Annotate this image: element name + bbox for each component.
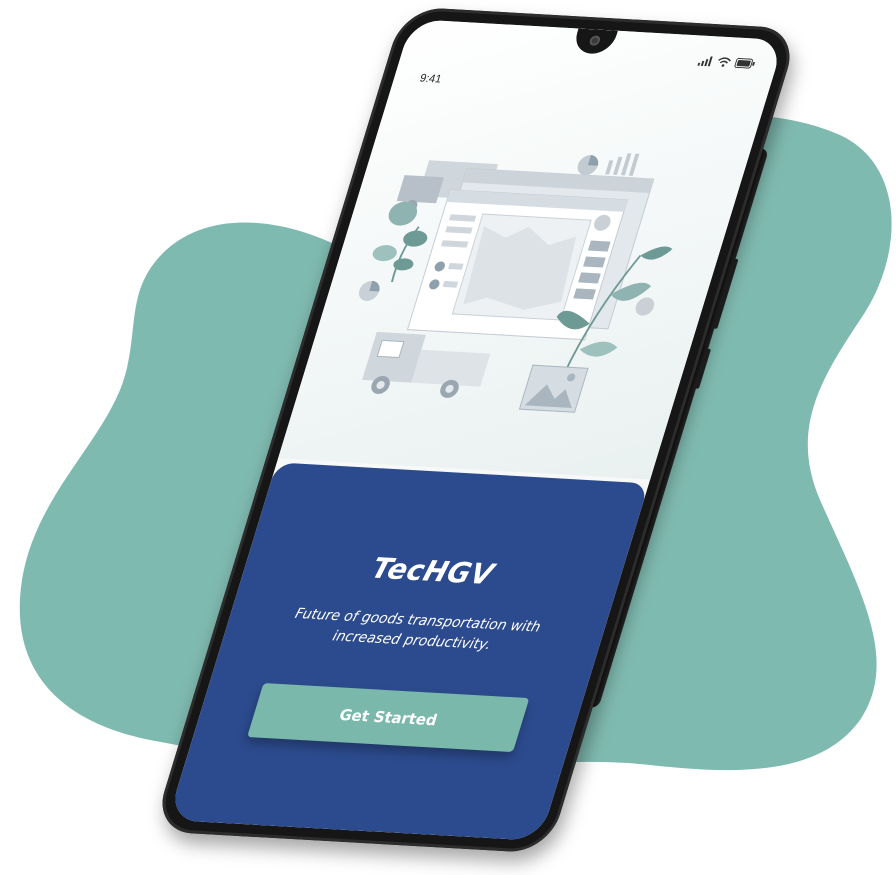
signal-icon	[697, 56, 713, 67]
get-started-button[interactable]: Get Started	[247, 683, 530, 753]
status-time: 9:41	[418, 72, 443, 86]
camera-icon	[588, 35, 602, 46]
brand-name: TecHGV	[367, 551, 499, 592]
wifi-icon	[718, 57, 731, 67]
scene: 9:41 TecHGV Future of goods transportati…	[0, 0, 896, 875]
battery-icon	[734, 57, 755, 69]
tagline: Future of goods transportation with incr…	[293, 605, 543, 654]
